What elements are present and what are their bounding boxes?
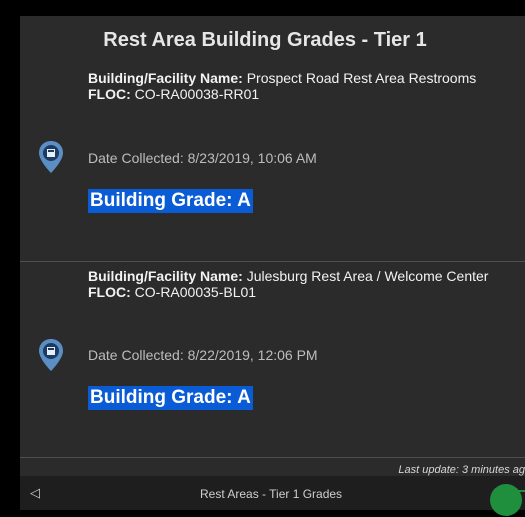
- floc-label: FLOC:: [88, 86, 131, 102]
- bottom-title: Rest Areas - Tier 1 Grades: [200, 487, 343, 501]
- floc-value: CO-RA00035-BL01: [134, 284, 257, 300]
- date-collected: Date Collected: 8/22/2019, 12:06 PM: [88, 347, 318, 363]
- facility-info: Building/Facility Name: Julesburg Rest A…: [88, 268, 517, 300]
- chevron-left-icon[interactable]: ◁: [30, 485, 44, 501]
- date-value: 8/23/2019, 10:06 AM: [187, 150, 317, 166]
- floc-label: FLOC:: [88, 284, 131, 300]
- last-update-text: Last update: 3 minutes ag: [398, 464, 525, 476]
- facility-info: Building/Facility Name: Prospect Road Re…: [88, 70, 517, 102]
- date-collected: Date Collected: 8/23/2019, 10:06 AM: [88, 150, 317, 166]
- footer-divider: [20, 457, 525, 458]
- page-title: Rest Area Building Grades - Tier 1: [103, 29, 427, 51]
- floc-value: CO-RA00038-RR01: [134, 86, 260, 102]
- facility-name-value: Prospect Road Rest Area Restrooms: [246, 70, 477, 86]
- list-item[interactable]: Building/Facility Name: Prospect Road Re…: [20, 68, 525, 258]
- bottom-bar: ◁ Rest Areas - Tier 1 Grades: [20, 476, 525, 516]
- date-value: 8/22/2019, 12:06 PM: [187, 347, 318, 363]
- list-item[interactable]: Building/Facility Name: Julesburg Rest A…: [20, 261, 525, 462]
- building-grade: Building Grade: A: [88, 189, 253, 213]
- date-label: Date Collected:: [88, 150, 184, 166]
- map-marker-icon: [39, 339, 63, 371]
- facility-name-value: Julesburg Rest Area / Welcome Center: [246, 268, 489, 284]
- status-dot[interactable]: [490, 484, 522, 516]
- status-dot-tail: [517, 490, 525, 492]
- building-grade: Building Grade: A: [88, 386, 253, 410]
- date-label: Date Collected:: [88, 347, 184, 363]
- facility-name-label: Building/Facility Name:: [88, 70, 243, 86]
- list-panel: Rest Area Building Grades - Tier 1 Build…: [20, 16, 525, 510]
- map-marker-icon: [39, 141, 63, 173]
- facility-name-label: Building/Facility Name:: [88, 268, 243, 284]
